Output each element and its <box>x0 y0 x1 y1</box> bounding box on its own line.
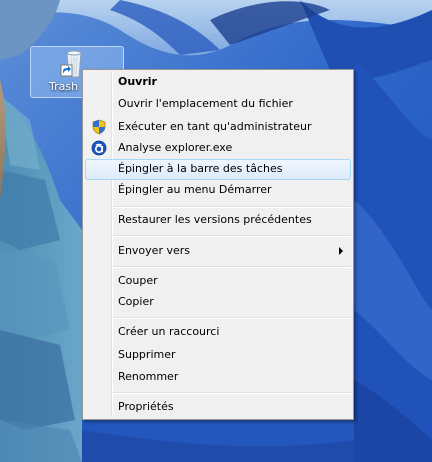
menu-separator <box>113 206 351 208</box>
menu-item-label: Supprimer <box>118 348 176 361</box>
antivirus-a-icon <box>91 140 107 156</box>
menu-item-pin-start[interactable]: Épingler au menu Démarrer <box>85 180 351 200</box>
menu-item-label: Envoyer vers <box>118 244 190 257</box>
menu-item-open-file-location[interactable]: Ouvrir l'emplacement du fichier <box>85 94 351 114</box>
menu-item-label: Épingler au menu Démarrer <box>118 183 272 196</box>
menu-item-send-to[interactable]: Envoyer vers <box>85 241 351 261</box>
menu-item-copy[interactable]: Copier <box>85 292 351 312</box>
menu-item-label: Créer un raccourci <box>118 325 220 338</box>
menu-separator <box>113 392 351 394</box>
menu-item-open[interactable]: Ouvrir <box>85 72 351 92</box>
menu-item-rename[interactable]: Renommer <box>85 367 351 387</box>
context-menu: Ouvrir Ouvrir l'emplacement du fichier E… <box>82 69 354 420</box>
menu-item-label: Copier <box>118 295 154 308</box>
menu-item-label: Exécuter en tant qu'administrateur <box>118 120 312 133</box>
menu-item-label: Couper <box>118 274 158 287</box>
menu-item-label: Renommer <box>118 370 179 383</box>
uac-shield-icon <box>92 119 106 135</box>
menu-item-label: Ouvrir <box>118 75 157 88</box>
menu-separator <box>113 266 351 268</box>
menu-item-delete[interactable]: Supprimer <box>85 345 351 365</box>
menu-item-cut[interactable]: Couper <box>85 271 351 291</box>
menu-item-label: Ouvrir l'emplacement du fichier <box>118 97 293 110</box>
menu-item-pin-taskbar[interactable]: Épingler à la barre des tâches <box>85 159 351 180</box>
menu-item-restore-versions[interactable]: Restaurer les versions précédentes <box>85 210 351 230</box>
submenu-arrow-icon <box>339 247 343 255</box>
menu-item-create-shortcut[interactable]: Créer un raccourci <box>85 322 351 342</box>
menu-item-label: Épingler à la barre des tâches <box>118 162 283 175</box>
desktop-icon-label: Trash <box>49 80 79 93</box>
menu-separator <box>113 317 351 319</box>
menu-item-run-as-admin[interactable]: Exécuter en tant qu'administrateur <box>85 117 351 137</box>
menu-item-analyze[interactable]: Analyse explorer.exe <box>85 138 351 158</box>
menu-separator <box>113 235 351 237</box>
menu-item-label: Analyse explorer.exe <box>118 141 233 154</box>
menu-item-properties[interactable]: Propriétés <box>85 397 351 417</box>
menu-item-label: Restaurer les versions précédentes <box>118 213 312 226</box>
menu-item-label: Propriétés <box>118 400 174 413</box>
desktop[interactable]: Trash Ouvrir Ouvrir l'emplacement du fic… <box>0 0 432 462</box>
